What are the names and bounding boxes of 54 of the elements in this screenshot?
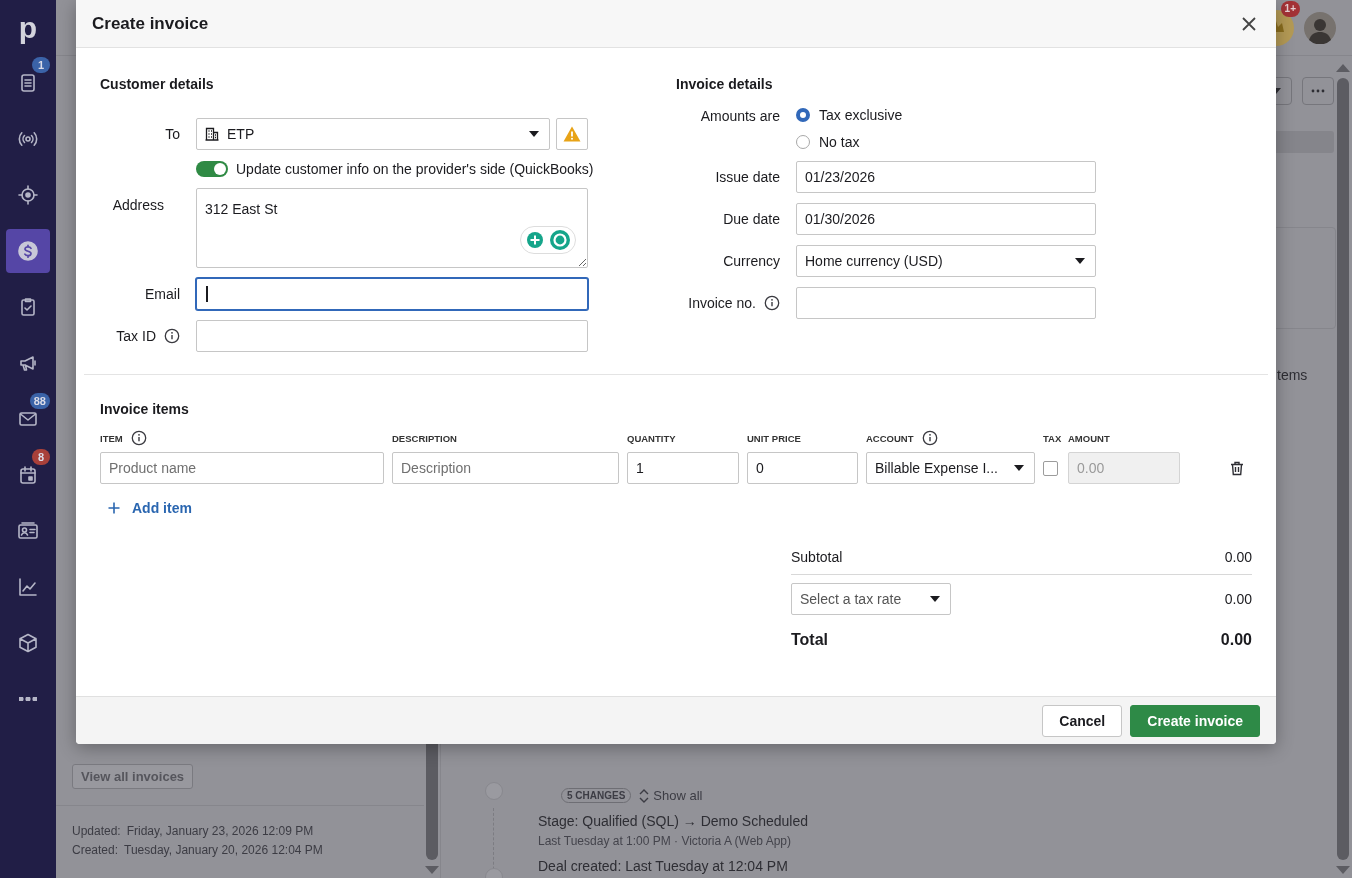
timeline-entry-meta: Last Tuesday at 1:00 PM · Victoria A (Web App) — [538, 834, 793, 848]
cancel-button[interactable]: Cancel — [1042, 704, 1123, 737]
column-header: DESCRIPTION — [392, 432, 457, 444]
notification-badge: 1+ — [1280, 0, 1300, 17]
section-heading: Invoice details — [676, 75, 774, 93]
unit-price-field[interactable]: 0 — [747, 452, 858, 484]
column-header: ITEM — [100, 432, 123, 444]
field-label: To — [165, 126, 180, 142]
product-name-field[interactable]: Product name — [100, 452, 384, 484]
app-logo[interactable]: p — [18, 12, 38, 43]
toggle-label: Update customer info on the provider's side (QuickBooks) — [236, 161, 594, 177]
field-label: Amounts are — [700, 108, 780, 124]
issue-date-field[interactable]: 01/23/2026 — [796, 161, 1096, 193]
field-label: Issue date — [715, 169, 780, 185]
address-field[interactable]: 312 East St — [196, 188, 588, 268]
column-header: TAX — [1043, 432, 1062, 444]
account-select[interactable]: Billable Expense I... — [866, 452, 1035, 484]
tax-rate-select[interactable]: Select a tax rate — [791, 583, 951, 615]
quantity-field[interactable]: 1 — [627, 452, 739, 484]
column-header: UNIT PRICE — [747, 432, 801, 444]
total-label: Total — [791, 631, 829, 649]
add-item-link[interactable]: Add item — [108, 500, 192, 516]
count-badge: 1 — [32, 57, 50, 73]
create-invoice-button[interactable]: Create invoice — [1130, 704, 1260, 737]
field-label: Email — [145, 286, 180, 302]
timeline-entry-title: Stage: Qualified (SQL) → Demo Scheduled — [538, 813, 810, 829]
field-label: Due date — [723, 211, 780, 227]
due-date-field[interactable]: 01/30/2026 — [796, 203, 1096, 235]
section-heading: Customer details — [100, 75, 215, 93]
radio-option[interactable]: No tax — [796, 133, 1096, 151]
field-label: Address — [112, 197, 164, 213]
show-all-link[interactable]: Show all — [639, 788, 703, 803]
subtotal-label: Subtotal — [791, 549, 843, 565]
timeline-entry-title: Deal created: Last Tuesday at 12:04 PM — [538, 858, 789, 874]
count-badge: 88 — [29, 393, 50, 409]
field-label: Tax ID — [116, 328, 156, 344]
updated-timestamp: Updated: Friday, January 23, 2026 12:09 PM — [72, 823, 315, 840]
created-timestamp: Created: Tuesday, January 20, 2026 12:04 PM — [72, 842, 324, 859]
field-label: Currency — [723, 253, 780, 269]
column-header: ACCOUNT — [866, 432, 914, 444]
total-value: 0.00 — [1220, 631, 1252, 649]
description-field[interactable]: Description — [392, 452, 619, 484]
column-header: AMOUNT — [1068, 432, 1110, 444]
field-label: Invoice no. — [688, 295, 756, 311]
subtotal-value: 0.00 — [1224, 549, 1252, 565]
tax-value: 0.00 — [1224, 591, 1252, 607]
customer-select[interactable]: ETP — [196, 118, 550, 150]
section-label: tems — [1277, 367, 1309, 383]
column-header: QUANTITY — [627, 432, 676, 444]
section-heading: Invoice items — [100, 400, 190, 418]
dialog-title: Create invoice — [92, 13, 209, 34]
radio-option[interactable]: Tax exclusive — [796, 106, 1096, 124]
currency-select[interactable]: Home currency (USD) — [796, 245, 1096, 277]
count-badge: 8 — [32, 449, 50, 465]
